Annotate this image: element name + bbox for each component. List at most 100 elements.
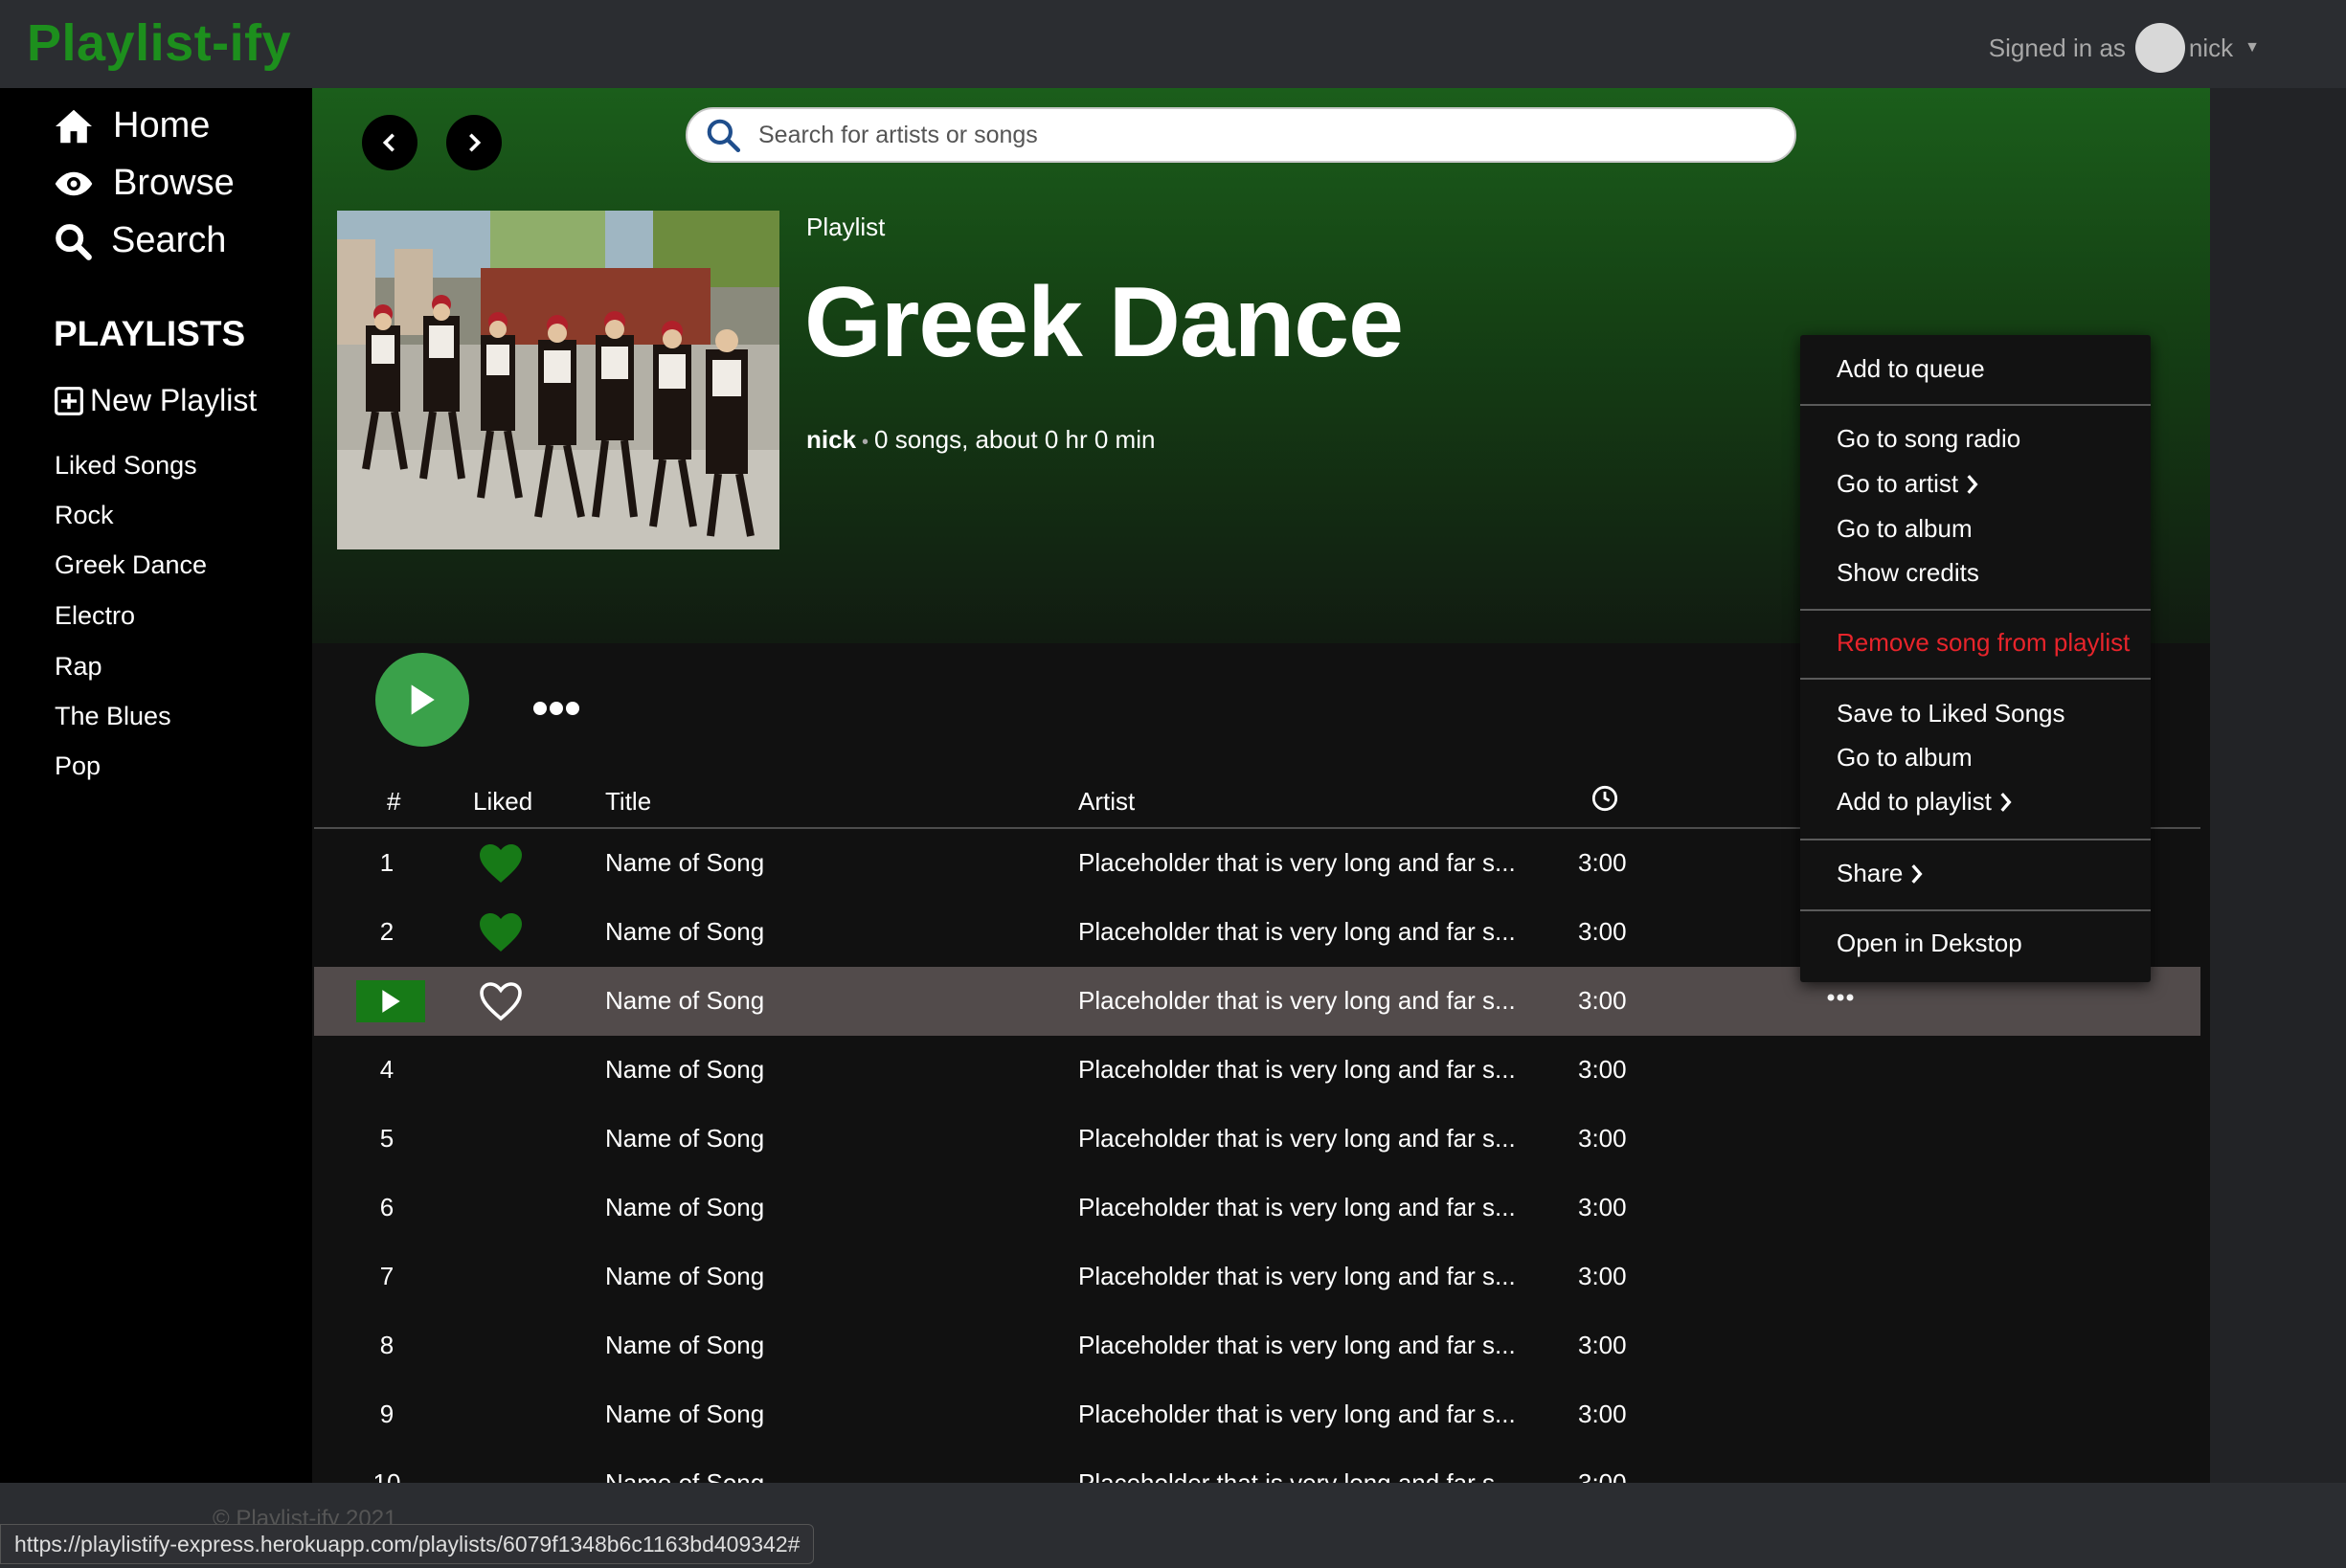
track-number: 6 (379, 1193, 395, 1221)
menu-item-label: Share (1837, 859, 1904, 887)
track-number: 7 (379, 1262, 395, 1290)
track-title[interactable]: Name of Song (605, 1468, 764, 1483)
playlist-owner[interactable]: nick (806, 425, 856, 454)
plus-square-icon (55, 386, 83, 415)
sidebar-item-browse[interactable]: Browse (54, 163, 235, 204)
sidebar-playlist-rap[interactable]: Rap (55, 652, 102, 682)
menu-item-remove-song[interactable]: Remove song from playlist (1837, 628, 2130, 658)
track-duration: 3:00 (1578, 1468, 1627, 1483)
menu-item-show-credits[interactable]: Show credits (1837, 558, 1979, 588)
menu-item-label: Add to playlist (1837, 787, 1992, 816)
menu-item-go-to-song-radio[interactable]: Go to song radio (1837, 424, 2020, 454)
track-number: 10 (372, 1468, 401, 1483)
avatar (2134, 23, 2185, 73)
track-artist[interactable]: Placeholder that is very long and far s.… (1078, 1468, 1516, 1483)
table-row[interactable]: 5 Name of Song Placeholder that is very lo… (314, 1105, 2200, 1174)
search-input[interactable] (756, 120, 1794, 150)
status-bar-url: https://playlistify-express.herokuapp.co… (0, 1524, 815, 1564)
sidebar-playlist-electro[interactable]: Electro (55, 601, 135, 631)
forward-button[interactable] (446, 115, 502, 170)
play-playlist-button[interactable] (375, 653, 469, 747)
new-playlist-label: New Playlist (90, 383, 258, 417)
menu-item-go-to-artist[interactable]: Go to artist (1837, 469, 1979, 499)
menu-item-add-to-queue[interactable]: Add to queue (1837, 354, 1985, 384)
table-row[interactable]: 9 Name of Song Placeholder that is very lo… (314, 1380, 2200, 1449)
menu-item-save-to-liked-songs[interactable]: Save to Liked Songs (1837, 699, 2065, 728)
signed-in-label: Signed in as (1988, 33, 2126, 62)
table-row[interactable]: 4 Name of Song Placeholder that is very lo… (314, 1036, 2200, 1105)
chevron-right-icon (469, 133, 482, 152)
table-row[interactable]: 6 Name of Song Placeholder that is very lo… (314, 1174, 2200, 1243)
menu-divider (1800, 839, 2151, 840)
search-icon (56, 223, 92, 260)
play-icon (411, 684, 435, 715)
track-artist[interactable]: Placeholder that is very long and far s.… (1078, 1262, 1516, 1291)
sidebar-item-search[interactable]: Search (54, 220, 226, 261)
like-toggle[interactable] (477, 911, 525, 960)
menu-item-open-in-desktop[interactable]: Open in Dekstop (1837, 929, 2022, 958)
sidebar-playlist-rock[interactable]: Rock (55, 501, 114, 530)
caret-down-icon: ▼ (2244, 39, 2260, 56)
column-header-title: Title (605, 787, 652, 816)
menu-item-go-to-album-2[interactable]: Go to album (1837, 743, 1973, 773)
track-artist[interactable]: Placeholder that is very long and far s.… (1078, 986, 1516, 1016)
table-row[interactable]: 7 Name of Song Placeholder that is very lo… (314, 1243, 2200, 1311)
new-playlist-button[interactable]: New Playlist (54, 383, 257, 418)
playlist-cover-image (337, 211, 779, 549)
track-number: 9 (379, 1400, 395, 1428)
sidebar-playlist-liked-songs[interactable]: Liked Songs (55, 451, 197, 481)
page-title: Greek Dance (804, 267, 1404, 378)
like-toggle[interactable] (477, 842, 525, 891)
track-number: 5 (379, 1124, 395, 1153)
track-artist[interactable]: Placeholder that is very long and far s.… (1078, 1124, 1516, 1154)
search-bar[interactable] (686, 107, 1796, 163)
sidebar-item-home[interactable]: Home (54, 105, 210, 146)
track-title[interactable]: Name of Song (605, 1331, 764, 1360)
track-artist[interactable]: Placeholder that is very long and far s.… (1078, 1193, 1516, 1222)
track-title[interactable]: Name of Song (605, 848, 764, 878)
eye-icon (55, 171, 93, 195)
track-number: 2 (379, 917, 395, 946)
sidebar-item-label: Browse (113, 163, 235, 203)
track-artist[interactable]: Placeholder that is very long and far s.… (1078, 1331, 1516, 1360)
heart-filled-icon (480, 844, 522, 883)
menu-divider (1800, 909, 2151, 911)
playlist-summary: 0 songs, about 0 hr 0 min (874, 425, 1156, 454)
track-title[interactable]: Name of Song (605, 1124, 764, 1154)
track-title[interactable]: Name of Song (605, 1262, 764, 1291)
home-icon (56, 109, 92, 143)
table-row[interactable]: 8 Name of Song Placeholder that is very lo… (314, 1311, 2200, 1380)
track-title[interactable]: Name of Song (605, 1193, 764, 1222)
top-navbar: Playlist-ify Signed in as nick ▼ (0, 0, 2346, 88)
row-more-button[interactable] (1827, 980, 1854, 1010)
more-options-button[interactable] (532, 674, 580, 729)
sidebar-playlist-the-blues[interactable]: The Blues (55, 702, 171, 731)
track-title[interactable]: Name of Song (605, 1055, 764, 1085)
play-icon (382, 990, 400, 1013)
back-button[interactable] (362, 115, 417, 170)
track-artist[interactable]: Placeholder that is very long and far s.… (1078, 1400, 1516, 1429)
sidebar-item-label: Search (111, 220, 227, 260)
track-artist[interactable]: Placeholder that is very long and far s.… (1078, 1055, 1516, 1085)
track-duration: 3:00 (1578, 848, 1627, 877)
track-title[interactable]: Name of Song (605, 986, 764, 1016)
user-menu[interactable]: Signed in as nick ▼ (1989, 23, 2260, 73)
menu-item-share[interactable]: Share (1837, 859, 1924, 888)
sidebar-playlist-pop[interactable]: Pop (55, 751, 101, 781)
username: nick (2188, 33, 2234, 62)
menu-item-go-to-album[interactable]: Go to album (1837, 514, 1973, 544)
track-title[interactable]: Name of Song (605, 917, 764, 947)
table-row[interactable]: 10 Name of Song Placeholder that is very l… (314, 1449, 2200, 1483)
row-play-button[interactable] (356, 980, 425, 1022)
track-artist[interactable]: Placeholder that is very long and far s.… (1078, 917, 1516, 947)
brand-logo[interactable]: Playlist-ify (27, 13, 291, 73)
search-icon (707, 119, 741, 153)
track-artist[interactable]: Placeholder that is very long and far s.… (1078, 848, 1516, 878)
sidebar-playlist-greek-dance[interactable]: Greek Dance (55, 550, 207, 580)
menu-item-add-to-playlist[interactable]: Add to playlist (1837, 787, 2013, 817)
track-duration: 3:00 (1578, 1193, 1627, 1221)
track-duration: 3:00 (1578, 1124, 1627, 1153)
track-number: 1 (379, 848, 395, 877)
like-toggle[interactable] (477, 980, 525, 1029)
track-title[interactable]: Name of Song (605, 1400, 764, 1429)
